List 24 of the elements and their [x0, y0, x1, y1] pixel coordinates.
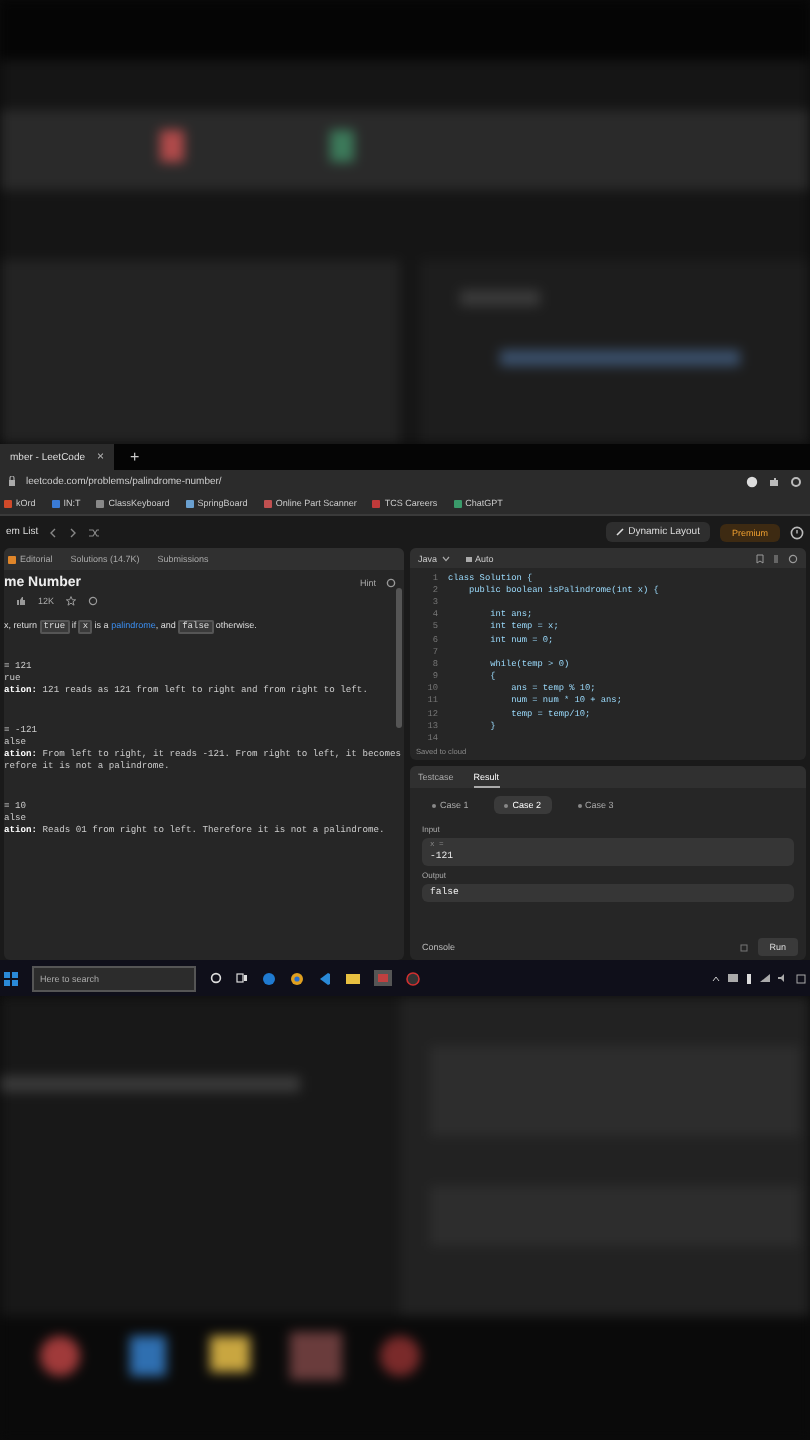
- caret-icon[interactable]: [712, 975, 720, 981]
- task-view-icon[interactable]: [236, 972, 248, 984]
- forward-icon[interactable]: [68, 527, 79, 537]
- page-icon[interactable]: [263, 499, 272, 507]
- recorder-icon[interactable]: [406, 971, 420, 985]
- profile-icon[interactable]: [746, 475, 758, 487]
- page-icon[interactable]: [51, 499, 60, 507]
- book-icon[interactable]: [8, 555, 16, 563]
- shuffle-icon[interactable]: [88, 527, 101, 537]
- volume-icon[interactable]: [778, 974, 788, 982]
- caret-icon[interactable]: [441, 555, 450, 561]
- page-icon[interactable]: [4, 499, 12, 507]
- new-tab-button[interactable]: +: [124, 448, 146, 466]
- page-icon[interactable]: [372, 499, 381, 507]
- star-icon[interactable]: [66, 596, 77, 606]
- back-icon[interactable]: [48, 527, 59, 537]
- page-icon[interactable]: [453, 499, 462, 507]
- thumb-icon[interactable]: [16, 596, 26, 606]
- page-icon[interactable]: [96, 499, 105, 507]
- folder-icon[interactable]: [346, 972, 360, 984]
- bookmark-icon[interactable]: [756, 553, 764, 563]
- start-icon[interactable]: [4, 971, 18, 985]
- scrollbar[interactable]: [396, 588, 402, 728]
- page-icon[interactable]: [185, 499, 194, 507]
